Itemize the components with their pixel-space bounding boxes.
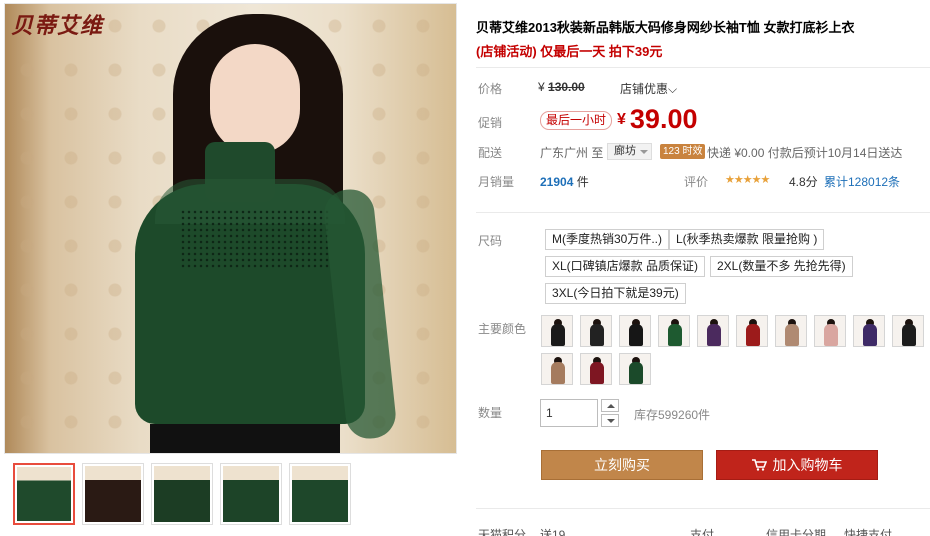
quantity-increase-button[interactable] [601, 399, 619, 412]
sequin-pattern [180, 209, 330, 269]
swatch-garment [785, 324, 799, 346]
monthly-sales-count: 21904 [540, 175, 574, 189]
monthly-sales: 21904 件 [540, 173, 589, 190]
divider [476, 212, 930, 213]
currency-symbol: ¥ [617, 111, 626, 128]
promo-line: (店铺活动) 仅最后一天 拍下39元 [476, 44, 663, 59]
size-option-3xl[interactable]: 3XL(今日拍下就是39元) [545, 283, 686, 304]
color-swatch-pink[interactable] [814, 315, 846, 347]
thumbnail-2[interactable] [82, 463, 144, 525]
original-price-value: 130.00 [548, 80, 585, 94]
add-to-cart-label: 加入购物车 [772, 457, 843, 473]
ship-from: 广东广州 至 [540, 146, 604, 160]
model-pants [150, 424, 340, 453]
swatch-garment [863, 324, 877, 346]
add-to-cart-button[interactable]: 加入购物车 [716, 450, 878, 480]
quick-pay[interactable]: 快捷支付 [844, 526, 892, 536]
quantity-label: 数量 [478, 406, 503, 420]
thumbnail-3[interactable] [151, 463, 213, 525]
monthly-sales-unit: 件 [576, 175, 589, 189]
promotion-price-value: 39.00 [629, 104, 698, 134]
size-option-m[interactable]: M(季度热销30万件..) [545, 229, 670, 250]
thumbnail-strip [13, 463, 353, 525]
color-swatch-camel[interactable] [541, 353, 573, 385]
size-option-l[interactable]: L(秋季热卖爆款 限量抢购 ) [669, 229, 825, 250]
buy-now-button[interactable]: 立刻购买 [541, 450, 703, 480]
thumbnail-5[interactable] [289, 463, 351, 525]
currency-symbol: ¥ [538, 80, 545, 94]
color-swatch-black-4[interactable] [892, 315, 924, 347]
points-value: 送19 [540, 528, 566, 536]
thumbnail-1[interactable] [13, 463, 75, 525]
thumbnail-image [223, 466, 279, 522]
size-label: 尺码 [478, 234, 503, 248]
product-info-panel: 贝蒂艾维2013秋装新品韩版大码修身网纱长袖T恤 女款打底衫上衣 (店铺活动) … [476, 0, 930, 536]
main-product-image[interactable]: 贝蒂艾维 [4, 3, 457, 454]
swatch-garment [746, 324, 760, 346]
color-swatch-black[interactable] [541, 315, 573, 347]
color-swatch-black-2[interactable] [580, 315, 612, 347]
ship-to-select[interactable]: 廊坊 [607, 143, 652, 160]
color-swatch-khaki[interactable] [775, 315, 807, 347]
color-swatch-violet[interactable] [853, 315, 885, 347]
swatch-garment [551, 324, 565, 346]
model-face [210, 44, 300, 154]
delivery-time-badge: 123 时效 [660, 144, 706, 159]
swatch-garment [902, 324, 916, 346]
payment-label: 支付 [690, 528, 715, 536]
thumbnail-image [85, 466, 141, 522]
swatch-garment [824, 324, 838, 346]
color-swatch-green[interactable] [658, 315, 690, 347]
star-rating-icon: ★★★★★ [725, 174, 770, 186]
cart-icon [751, 459, 767, 471]
express-info: 快递 ¥0.00 付款后预计10月14日送达 [707, 146, 903, 160]
stock-info: 库存599260件 [634, 408, 711, 422]
rating-label: 评价 [684, 175, 709, 189]
credit-card-installment[interactable]: 信用卡分期 [766, 526, 826, 536]
thumbnail-4[interactable] [220, 463, 282, 525]
product-title: 贝蒂艾维2013秋装新品韩版大码修身网纱长袖T恤 女款打底衫上衣 [476, 20, 855, 35]
original-price: ¥ 130.00 [538, 80, 585, 94]
quantity-input[interactable]: 1 [540, 399, 598, 427]
swatch-garment [668, 324, 682, 346]
color-swatch-dark-green[interactable] [619, 353, 651, 385]
thumbnail-image [292, 466, 348, 522]
rating-score: 4.8分 [789, 175, 818, 189]
monthly-sales-label: 月销量 [478, 175, 515, 189]
color-swatch-black-3[interactable] [619, 315, 651, 347]
size-option-2xl[interactable]: 2XL(数量不多 先抢先得) [710, 256, 853, 277]
swatch-garment [590, 324, 604, 346]
thumbnail-image [17, 467, 71, 521]
ship-to-value: 廊坊 [614, 145, 636, 157]
promotion-price: ¥39.00 [617, 104, 697, 135]
last-hour-badge: 最后一小时 [540, 111, 613, 130]
size-option-xl[interactable]: XL(口碑镇店爆款 品质保证) [545, 256, 706, 277]
divider [476, 67, 930, 68]
review-count-link[interactable]: 累计128012条 [824, 173, 900, 190]
chevron-down-icon [640, 150, 648, 154]
swatch-garment [590, 362, 604, 384]
swatch-garment [707, 324, 721, 346]
divider [476, 508, 930, 509]
swatch-garment [629, 362, 643, 384]
delivery-label: 配送 [478, 146, 503, 160]
color-swatch-wine[interactable] [580, 353, 612, 385]
points-label: 天猫积分 [478, 528, 527, 536]
price-label: 价格 [478, 82, 503, 96]
color-label: 主要颜色 [478, 322, 527, 336]
color-swatch-red[interactable] [736, 315, 768, 347]
promotion-label: 促销 [478, 116, 503, 130]
quantity-decrease-button[interactable] [601, 414, 619, 427]
thumbnail-image [154, 466, 210, 522]
shop-discount-dropdown[interactable]: 店铺优惠⌵ [620, 80, 677, 97]
swatch-garment [629, 324, 643, 346]
color-swatch-purple[interactable] [697, 315, 729, 347]
brand-logo: 贝蒂艾维 [11, 13, 104, 39]
swatch-garment [551, 362, 565, 384]
